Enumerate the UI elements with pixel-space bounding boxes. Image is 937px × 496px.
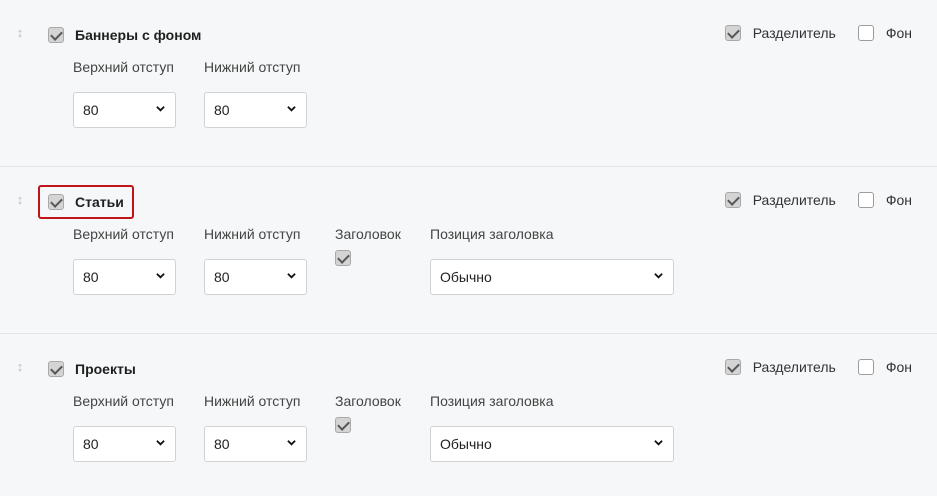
bottom-padding-label: Нижний отступ: [204, 59, 301, 75]
section-enabled-checkbox[interactable]: [48, 361, 64, 377]
chevron-down-icon: [287, 440, 296, 446]
top-padding-value: 80: [83, 102, 99, 118]
chevron-down-icon: [287, 106, 296, 112]
section-projects: ↕ Проекты Разделитель Фон Верхний отступ…: [0, 334, 937, 496]
top-padding-select[interactable]: 80: [73, 426, 176, 462]
top-padding-label: Верхний отступ: [73, 226, 174, 242]
top-padding-value: 80: [83, 436, 99, 452]
top-padding-value: 80: [83, 269, 99, 285]
section-title: Баннеры с фоном: [75, 27, 202, 43]
section-enabled-checkbox[interactable]: [48, 194, 64, 210]
block-settings-list: ↕ Баннеры с фоном Разделитель Фон Верхни…: [0, 0, 937, 496]
bottom-padding-select[interactable]: 80: [204, 426, 307, 462]
background-label: Фон: [885, 25, 912, 41]
section-enabled-checkbox[interactable]: [48, 27, 64, 43]
top-padding-select[interactable]: 80: [73, 92, 176, 128]
top-padding-field: Верхний отступ 80: [73, 58, 176, 128]
bottom-padding-select[interactable]: 80: [204, 259, 307, 295]
divider-option[interactable]: Разделитель: [724, 359, 836, 375]
section-title: Статьи: [75, 194, 124, 210]
background-label: Фон: [885, 359, 912, 375]
section-articles: ↕ Статьи Разделитель Фон Верхний отступ …: [0, 167, 937, 334]
background-checkbox[interactable]: [857, 192, 874, 208]
heading-position-select[interactable]: Обычно: [430, 426, 674, 462]
top-padding-field: Верхний отступ 80: [73, 225, 176, 295]
divider-label: Разделитель: [752, 192, 836, 208]
bottom-padding-select[interactable]: 80: [204, 92, 307, 128]
section-options: Разделитель Фон: [724, 192, 912, 208]
heading-checkbox[interactable]: [335, 417, 351, 433]
bottom-padding-field: Нижний отступ 80: [204, 225, 307, 295]
section-title-wrap: Баннеры с фоном: [38, 18, 211, 52]
section-title-wrap: Статьи: [38, 185, 134, 219]
top-padding-select[interactable]: 80: [73, 259, 176, 295]
background-checkbox[interactable]: [857, 25, 874, 41]
heading-position-label: Позиция заголовка: [430, 226, 554, 242]
drag-handle-icon[interactable]: ↕: [14, 24, 26, 42]
divider-label: Разделитель: [752, 359, 836, 375]
top-padding-label: Верхний отступ: [73, 59, 174, 75]
bottom-padding-field: Нижний отступ 80: [204, 392, 307, 462]
bottom-padding-label: Нижний отступ: [204, 393, 301, 409]
bottom-padding-value: 80: [214, 269, 230, 285]
chevron-down-icon: [156, 440, 165, 446]
chevron-down-icon: [287, 273, 296, 279]
divider-checkbox[interactable]: [724, 192, 741, 208]
chevron-down-icon: [156, 273, 165, 279]
divider-option[interactable]: Разделитель: [724, 25, 836, 41]
section-banners: ↕ Баннеры с фоном Разделитель Фон Верхни…: [0, 0, 937, 167]
background-label: Фон: [885, 192, 912, 208]
drag-handle-icon[interactable]: ↕: [14, 358, 26, 376]
heading-position-field: Позиция заголовка Обычно: [430, 225, 674, 295]
bottom-padding-value: 80: [214, 102, 230, 118]
heading-field: Заголовок: [335, 392, 401, 433]
background-option[interactable]: Фон: [857, 25, 912, 41]
heading-label: Заголовок: [335, 226, 401, 242]
drag-handle-icon[interactable]: ↕: [14, 191, 26, 209]
top-padding-field: Верхний отступ 80: [73, 392, 176, 462]
divider-checkbox[interactable]: [724, 359, 741, 375]
section-options: Разделитель Фон: [724, 25, 912, 41]
heading-label: Заголовок: [335, 393, 401, 409]
chevron-down-icon: [654, 440, 663, 446]
chevron-down-icon: [654, 273, 663, 279]
heading-position-select[interactable]: Обычно: [430, 259, 674, 295]
section-options: Разделитель Фон: [724, 359, 912, 375]
heading-field: Заголовок: [335, 225, 401, 266]
section-title: Проекты: [75, 361, 136, 377]
bottom-padding-label: Нижний отступ: [204, 226, 301, 242]
heading-position-label: Позиция заголовка: [430, 393, 554, 409]
top-padding-label: Верхний отступ: [73, 393, 174, 409]
bottom-padding-value: 80: [214, 436, 230, 452]
heading-position-value: Обычно: [440, 436, 492, 452]
heading-position-value: Обычно: [440, 269, 492, 285]
chevron-down-icon: [156, 106, 165, 112]
background-option[interactable]: Фон: [857, 359, 912, 375]
bottom-padding-field: Нижний отступ 80: [204, 58, 307, 128]
background-option[interactable]: Фон: [857, 192, 912, 208]
background-checkbox[interactable]: [857, 359, 874, 375]
divider-option[interactable]: Разделитель: [724, 192, 836, 208]
heading-position-field: Позиция заголовка Обычно: [430, 392, 674, 462]
divider-label: Разделитель: [752, 25, 836, 41]
heading-checkbox[interactable]: [335, 250, 351, 266]
section-title-wrap: Проекты: [38, 352, 146, 386]
divider-checkbox[interactable]: [724, 25, 741, 41]
